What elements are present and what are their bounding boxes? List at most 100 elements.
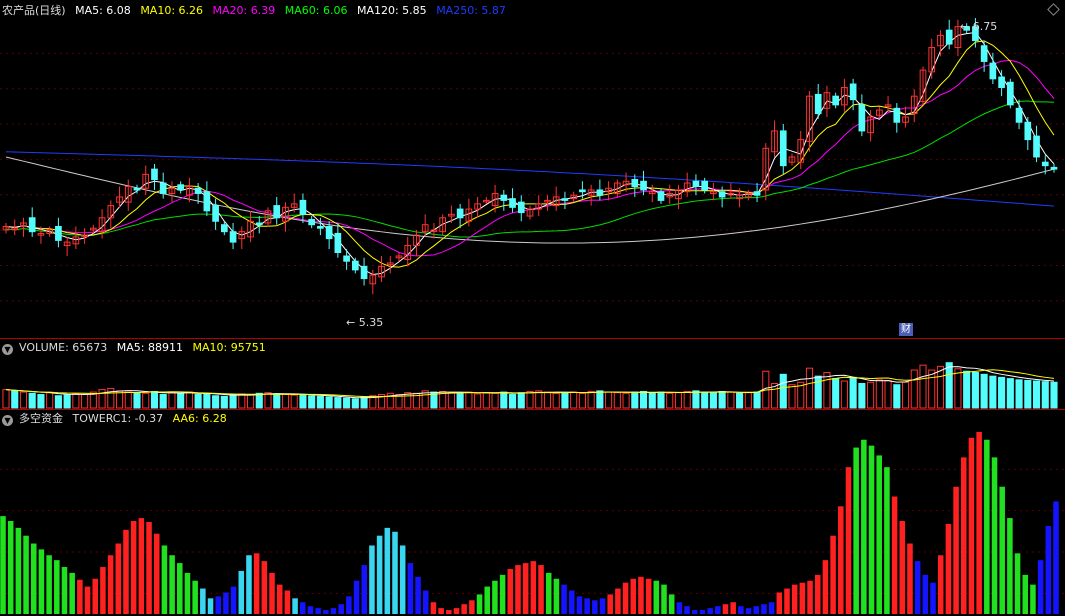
fund-bar [446, 610, 452, 614]
candle-body [753, 191, 761, 196]
volume-bar [543, 391, 552, 409]
fund-bar [392, 531, 398, 614]
volume-bar [666, 392, 674, 409]
fund-bar [745, 608, 752, 614]
volume-bar [500, 391, 508, 409]
fund-bar [415, 576, 421, 614]
volume-bar [150, 390, 159, 409]
volume-bar [482, 392, 490, 409]
candle-body [631, 179, 639, 188]
volume-bar [736, 392, 744, 409]
volume-bar [124, 391, 132, 409]
fund-bar [553, 578, 560, 614]
fund-bar [369, 545, 375, 614]
fund-title: 多空资金 [19, 412, 63, 425]
fund-bar [522, 563, 529, 614]
candle-body [579, 189, 586, 193]
volume-bar [945, 362, 953, 409]
price-panel[interactable]: 农产品(日线) MA5: 6.08 MA10: 6.26 MA20: 6.39 … [0, 0, 1065, 338]
fund-bar [984, 439, 990, 614]
fund-bar [246, 555, 252, 614]
candle-body [1024, 121, 1032, 141]
volume-bar [936, 365, 945, 409]
fund-bar [407, 563, 414, 614]
fund-bar [822, 560, 829, 614]
candle-body [299, 199, 307, 215]
volume-bar [281, 394, 290, 409]
fund-bar [269, 572, 275, 614]
fund-bar [61, 567, 68, 614]
candle-body [360, 265, 368, 280]
volume-bar [185, 391, 193, 409]
volume-bar [832, 378, 840, 409]
fund-bar [899, 521, 906, 614]
candle-body [343, 255, 350, 262]
fund-bar [253, 553, 260, 614]
low-price-label: ← 5.35 [346, 316, 384, 329]
fund-bar [438, 608, 444, 614]
fund-chart[interactable] [0, 410, 1065, 616]
volume-menu-icon[interactable]: ▼ [2, 344, 13, 355]
fund-bar [261, 561, 268, 614]
volume-bar [788, 384, 796, 409]
fund-bar [107, 555, 114, 614]
fund-panel[interactable]: ▼ 多空资金 TOWERC1: -0.37 AA6: 6.28 [0, 410, 1065, 616]
volume-bar [875, 379, 883, 409]
volume-bar [465, 391, 473, 409]
fund-bar [561, 584, 567, 614]
volume-panel[interactable]: ▼ VOLUME: 65673 MA5: 88911 MA10: 95751 [0, 339, 1065, 409]
fund-bar [615, 588, 621, 614]
fund-bar [207, 598, 214, 614]
candle-body [1006, 81, 1014, 106]
candle-body [159, 182, 167, 194]
volume-bar [159, 394, 167, 409]
fund-menu-icon[interactable]: ▼ [2, 415, 13, 426]
candle-body [814, 93, 822, 115]
ma10-line [5, 40, 1055, 268]
volume-bar [867, 381, 875, 409]
volume-bar [2, 389, 10, 409]
fund-bar [30, 543, 37, 614]
fund-bar [292, 598, 298, 614]
fund-bar [622, 582, 629, 614]
price-chart[interactable] [0, 0, 1065, 338]
ma250-label: MA250: 5.87 [436, 4, 506, 17]
fund-bar [169, 555, 175, 614]
volume-bar [212, 395, 220, 409]
volume-bar [334, 397, 342, 409]
fund-bar [476, 594, 483, 614]
candle-body [177, 184, 185, 191]
volume-ma10-label: MA10: 95751 [192, 341, 266, 354]
candle-body [55, 225, 62, 241]
volume-bar [526, 390, 534, 409]
volume-bar [692, 390, 700, 409]
fund-header: ▼ 多空资金 TOWERC1: -0.37 AA6: 6.28 [2, 412, 233, 426]
candle-body [351, 260, 359, 271]
fund-bar [830, 535, 836, 614]
fund-bar [630, 578, 637, 614]
fund-bar [1053, 501, 1059, 614]
volume-bar [447, 392, 455, 409]
volume-bar [709, 392, 717, 409]
ma10-label: MA10: 6.26 [140, 4, 204, 17]
candle-body [893, 107, 901, 123]
fund-bar [453, 608, 460, 614]
high-price-label: ← 6.75 [960, 20, 998, 33]
fund-bar [330, 608, 337, 614]
volume-bar [229, 394, 237, 409]
volume-bar [578, 392, 586, 409]
volume-bar [308, 395, 316, 409]
candle-body [561, 198, 569, 201]
volume-bar [596, 390, 604, 409]
finance-event-badge[interactable]: 财 [899, 323, 913, 336]
fund-bar [15, 527, 22, 614]
fund-bar [430, 602, 437, 614]
fund-bar [200, 588, 206, 614]
fund-bar [976, 431, 982, 614]
candle-body [308, 219, 316, 226]
volume-bar [998, 376, 1006, 409]
fund-bar [77, 579, 83, 614]
fund-bar [668, 594, 675, 614]
volume-bar [115, 390, 124, 409]
candle-body [779, 130, 787, 167]
